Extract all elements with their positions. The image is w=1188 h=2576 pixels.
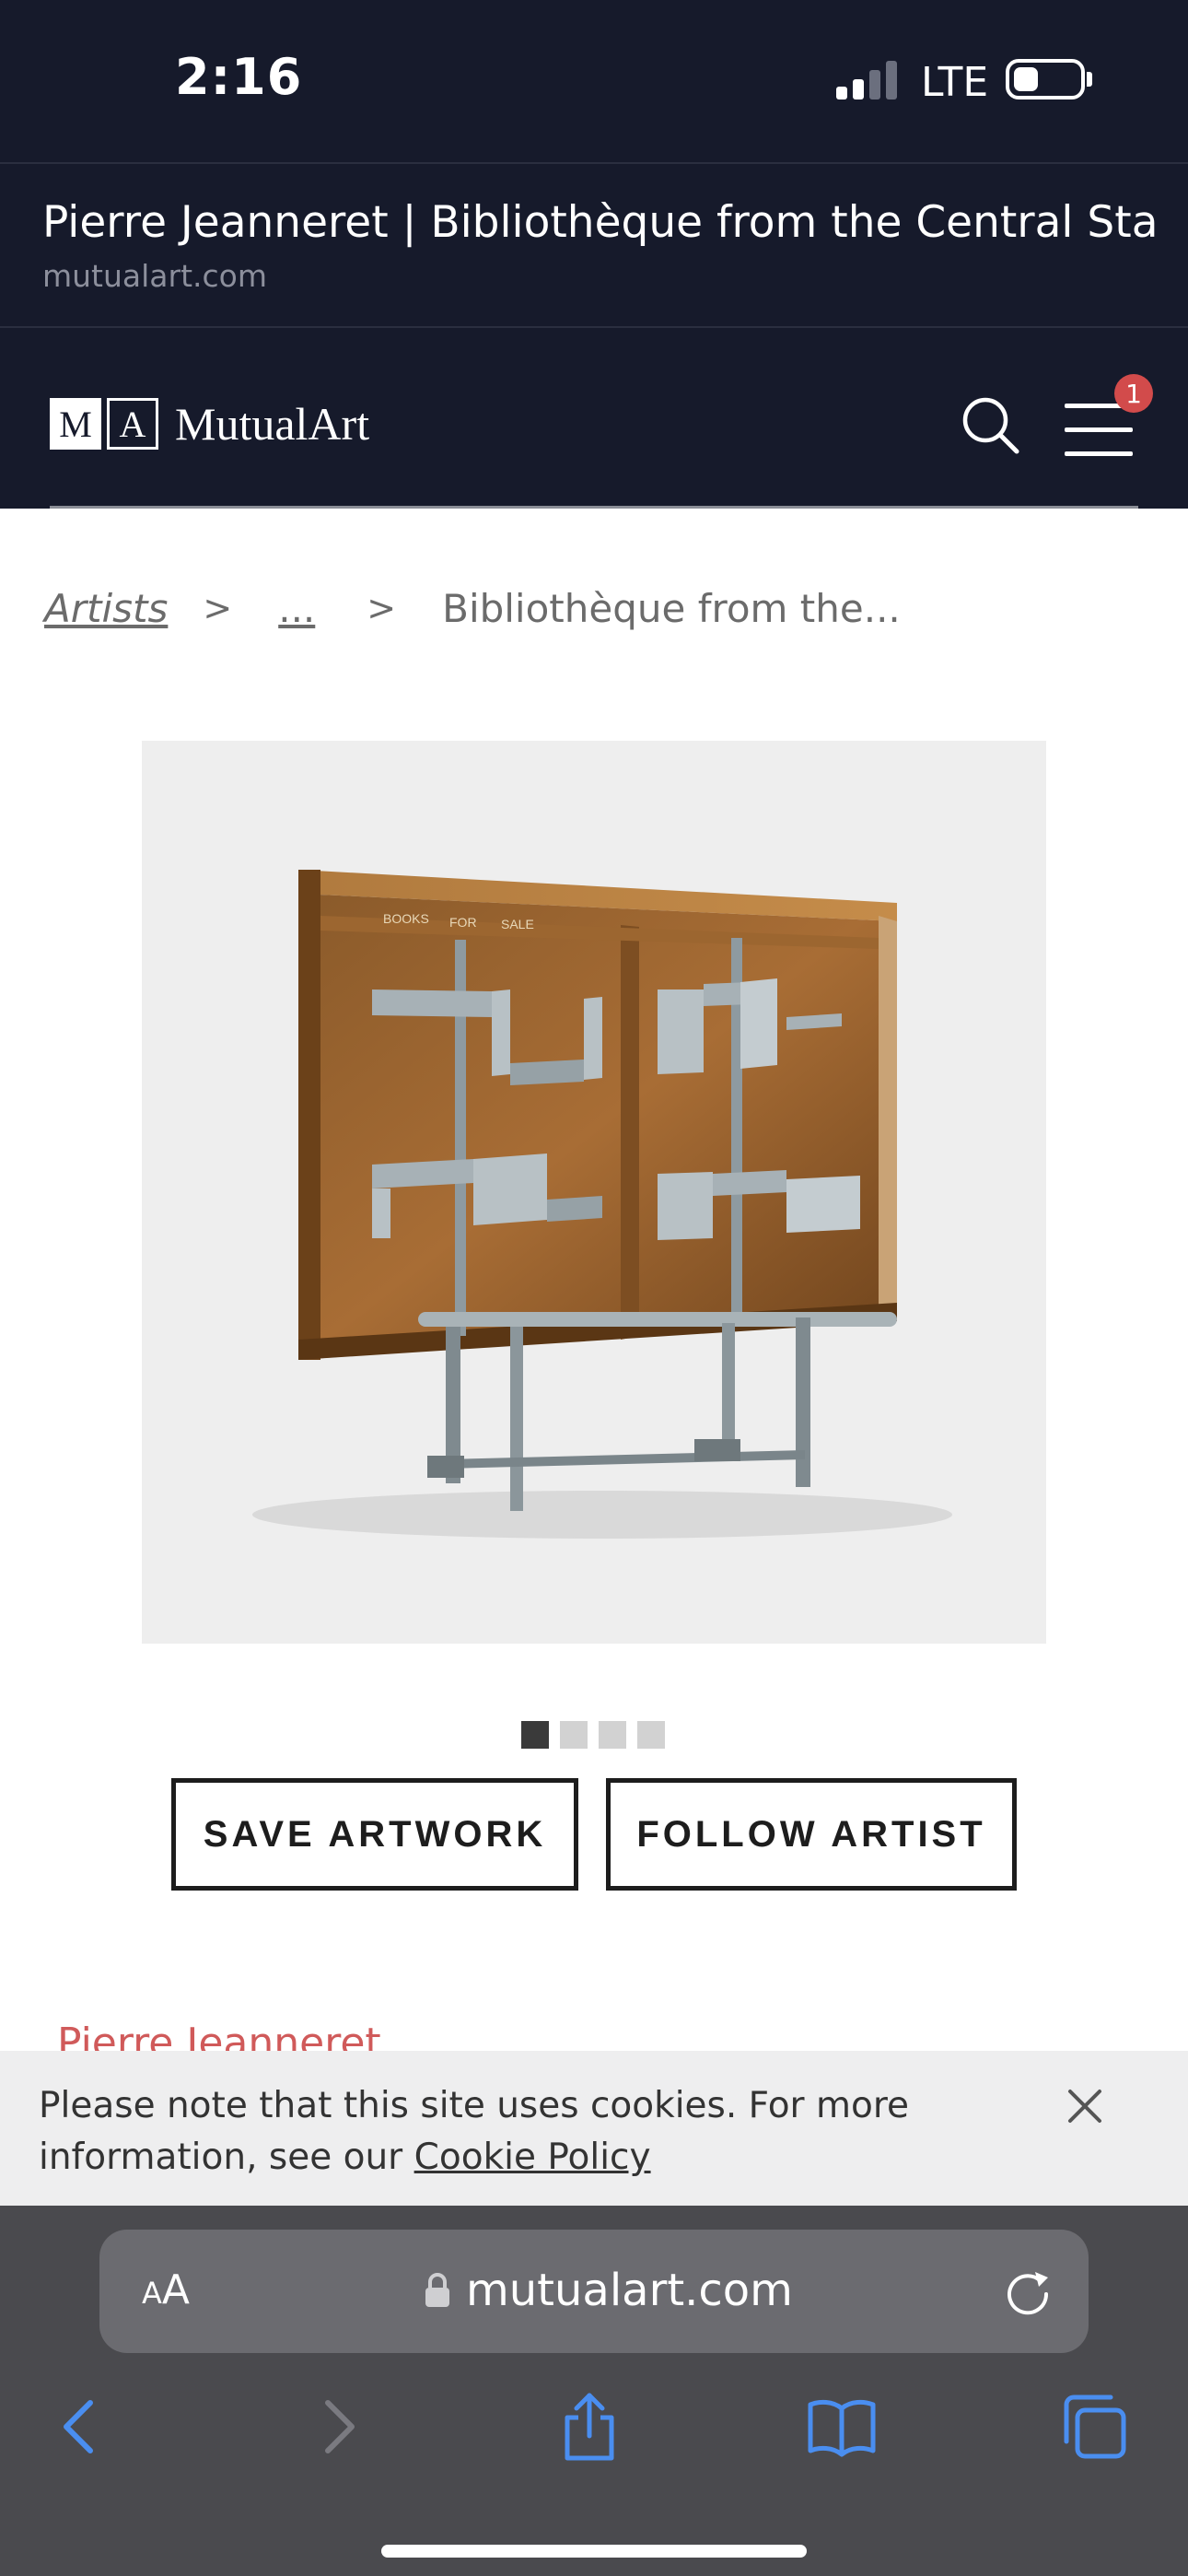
header-divider [50,506,1138,509]
image-label-sale: SALE [501,917,534,931]
save-artwork-button[interactable]: SAVE ARTWORK [171,1778,578,1891]
breadcrumb-ellipsis-link[interactable]: ... [278,586,315,631]
carousel-dot-2[interactable] [560,1721,588,1749]
search-icon[interactable] [958,392,1024,459]
status-time: 2:16 [175,48,303,106]
status-bar: 2:16 LTE [0,0,1188,162]
image-label-books: BOOKS [383,911,429,926]
reader-text-size-button[interactable]: AA [142,2266,190,2313]
site-header: M A MutualArt [0,328,1188,509]
artwork-bookcase-illustration: BOOKS FOR SALE [252,870,952,1539]
home-indicator[interactable] [381,2545,807,2558]
breadcrumb-current: Bibliothèque from the... [442,585,901,631]
cookie-policy-link[interactable]: Cookie Policy [414,2137,651,2178]
breadcrumb: Artists > ... > Bibliothèque from the... [44,580,901,636]
browser-title-bar: Pierre Jeanneret | Bibliothèque from the… [0,162,1188,328]
page-title: Pierre Jeanneret | Bibliothèque from the… [42,197,1157,248]
artwork-image[interactable]: BOOKS FOR SALE [142,741,1046,1644]
tabs-icon[interactable] [1057,2390,1131,2464]
carousel-dot-3[interactable] [599,1721,626,1749]
carousel-dot-4[interactable] [637,1721,665,1749]
carousel-dot-1[interactable] [521,1721,549,1749]
close-icon[interactable] [1063,2084,1107,2128]
carousel-indicator [521,1721,665,1749]
forward-chevron-icon[interactable] [300,2390,374,2464]
network-type: LTE [921,59,989,106]
page-host: mutualart.com [42,258,268,294]
image-label-for: FOR [449,915,477,930]
cookie-text: Please note that this site uses cookies.… [39,2080,1061,2184]
battery-cap [1087,72,1092,87]
url-text: mutualart.com [466,2265,793,2316]
breadcrumb-artists-link[interactable]: Artists [44,586,168,631]
notification-badge[interactable]: 1 [1114,374,1153,413]
site-logo[interactable]: M A MutualArt [50,396,369,451]
battery-icon [1006,59,1085,100]
breadcrumb-separator: > [203,588,233,628]
breadcrumb-separator: > [367,588,397,628]
signal-strength-icon [836,59,901,100]
logo-letter-a: A [107,398,158,450]
cookie-banner: Please note that this site uses cookies.… [0,2051,1188,2206]
page: 2:16 LTE Pierre Jeanneret | Bibliothèque… [0,0,1188,2576]
share-icon[interactable] [553,2390,626,2464]
bookmarks-icon[interactable] [805,2390,879,2464]
safari-bottom-bar: AA mutualart.com [0,2206,1188,2576]
aa-big: A [161,2266,190,2313]
logo-text: MutualArt [175,398,370,450]
lock-icon [424,2272,451,2309]
logo-letter-m: M [50,398,101,450]
reload-icon[interactable] [1000,2265,1055,2320]
address-bar[interactable]: AA mutualart.com [99,2230,1089,2353]
follow-artist-button[interactable]: FOLLOW ARTIST [606,1778,1017,1891]
aa-small: A [142,2276,162,2311]
back-chevron-icon[interactable] [44,2390,118,2464]
